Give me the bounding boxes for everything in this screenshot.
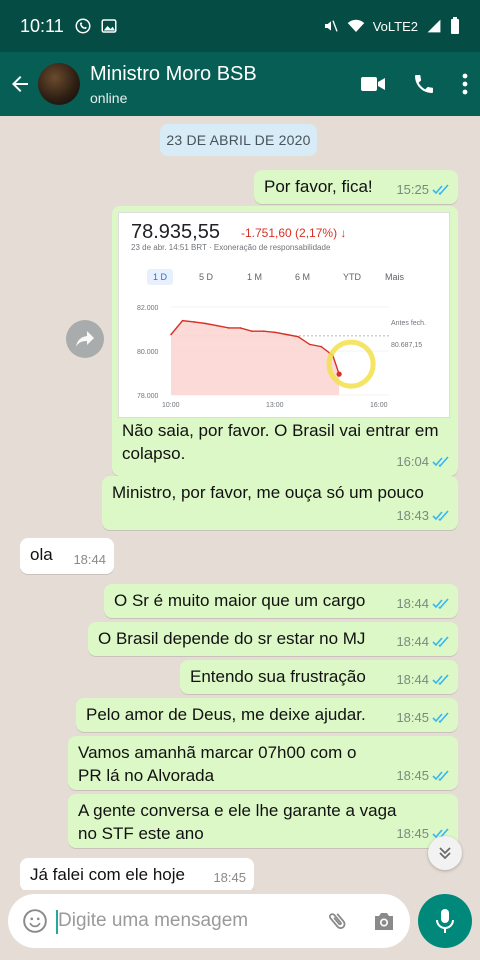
read-ticks-icon — [432, 456, 449, 468]
read-ticks-icon — [432, 510, 449, 522]
message-time: 18:45 — [396, 710, 429, 726]
message-text: O Brasil depende do sr estar no MJ — [98, 629, 366, 648]
read-ticks-icon — [432, 674, 449, 686]
microphone-icon — [436, 909, 454, 933]
message-outgoing[interactable]: O Brasil depende do sr estar no MJ 18:44 — [88, 622, 458, 656]
network-label: VoLTE2 — [372, 18, 418, 34]
message-outgoing[interactable]: Vamos amanhã marcar 07h00 com o PR lá no… — [68, 736, 458, 790]
message-text: A gente conversa e ele lhe garante a vag… — [78, 801, 397, 843]
message-outgoing-image[interactable]: 78.935,55 -1.751,60 (2,17%) ↓ 23 de abr.… — [112, 206, 458, 476]
read-ticks-icon — [432, 184, 449, 196]
message-outgoing[interactable]: Ministro, por favor, me ouça só um pouco… — [102, 476, 458, 530]
message-text: Pelo amor de Deus, me deixe ajudar. — [86, 705, 366, 724]
message-time: 15:25 — [396, 182, 429, 198]
signal-icon — [427, 19, 441, 33]
message-composer: Digite uma mensagem — [8, 894, 410, 948]
chart-point — [320, 345, 323, 348]
message-outgoing[interactable]: Por favor, fica! 15:25 — [254, 170, 458, 204]
chart-point — [251, 330, 253, 332]
chart-y-tick-label: 78.000 — [137, 393, 159, 400]
read-ticks-icon — [432, 770, 449, 782]
read-ticks-icon — [432, 636, 449, 648]
chart-prev-close-label: Antes fech. — [391, 320, 426, 327]
chat-area[interactable]: 23 DE ABRIL DE 2020 Por favor, fica! 15:… — [0, 116, 480, 890]
forward-button[interactable] — [66, 320, 104, 358]
message-text: Por favor, fica! — [264, 177, 373, 196]
message-time: 18:44 — [396, 634, 429, 650]
attach-icon[interactable] — [326, 909, 350, 933]
contact-info[interactable]: Ministro Moro BSB online — [90, 63, 257, 106]
gallery-icon — [101, 19, 117, 33]
read-ticks-icon — [432, 598, 449, 610]
message-text: Entendo sua frustração — [190, 667, 366, 686]
message-time: 18:44 — [396, 596, 429, 612]
chat-header: Ministro Moro BSB online — [0, 52, 480, 116]
message-text: ola — [30, 545, 53, 564]
wifi-icon — [347, 19, 364, 32]
chart-x-tick-label: 16:00 — [370, 402, 388, 409]
message-text: Já falei com ele hoje — [30, 865, 185, 884]
message-time: 18:44 — [73, 552, 106, 568]
status-bar: 10:11 VoLTE2 — [0, 0, 480, 52]
chart-prev-close-value: 80.687,15 — [391, 342, 422, 349]
message-input[interactable]: Digite uma mensagem — [56, 910, 326, 934]
chart-x-tick-label: 10:00 — [162, 402, 180, 409]
message-time: 18:43 — [396, 508, 429, 524]
message-incoming[interactable]: Já falei com ele hoje 18:45 — [20, 858, 254, 890]
chart-y-tick-label: 80.000 — [137, 349, 159, 356]
chart-point — [285, 333, 288, 336]
camera-icon[interactable] — [372, 910, 396, 932]
chart-point — [227, 327, 230, 329]
emoji-icon[interactable] — [22, 908, 48, 934]
chart-y-tick-label: 82.000 — [137, 305, 159, 312]
contact-name: Ministro Moro BSB — [90, 62, 257, 85]
message-time: 18:45 — [396, 826, 429, 842]
scroll-to-bottom-button[interactable] — [428, 836, 462, 870]
date-chip: 23 DE ABRIL DE 2020 — [160, 124, 317, 156]
read-ticks-icon — [432, 712, 449, 724]
message-time: 18:44 — [396, 672, 429, 688]
chart-point — [170, 333, 172, 336]
back-arrow-icon[interactable] — [8, 72, 32, 96]
whatsapp-icon — [75, 18, 91, 34]
chart-point — [308, 343, 311, 346]
chart-point — [193, 321, 195, 323]
chart-point — [239, 327, 242, 329]
message-outgoing[interactable]: O Sr é muito maior que um cargo 18:44 — [104, 584, 458, 618]
chart-point — [216, 324, 219, 327]
chart-point — [181, 319, 184, 322]
stock-chart-image[interactable]: 78.935,55 -1.751,60 (2,17%) ↓ 23 de abr.… — [118, 212, 450, 418]
message-incoming[interactable]: ola 18:44 — [20, 538, 114, 574]
more-options-icon[interactable] — [462, 73, 468, 95]
message-outgoing[interactable]: A gente conversa e ele lhe garante a vag… — [68, 794, 458, 848]
phone-icon[interactable] — [412, 72, 436, 96]
message-outgoing[interactable]: Entendo sua frustração 18:44 — [180, 660, 458, 694]
voice-message-button[interactable] — [418, 894, 472, 948]
chart-point — [297, 335, 299, 338]
video-call-icon[interactable] — [360, 73, 386, 95]
message-text: Vamos amanhã marcar 07h00 com o PR lá no… — [78, 743, 357, 785]
chart-x-tick-label: 13:00 — [266, 402, 284, 409]
avatar[interactable] — [38, 63, 80, 105]
chart-point — [262, 330, 265, 332]
mute-icon — [324, 20, 338, 32]
double-chevron-down-icon — [439, 847, 451, 860]
forward-icon — [76, 331, 94, 347]
battery-icon — [451, 17, 459, 34]
stock-line-chart: Antes fech. 80.687,15 82.000 80.000 78.000… — [137, 305, 426, 409]
message-outgoing[interactable]: Pelo amor de Deus, me deixe ajudar. 18:4… — [76, 698, 458, 732]
message-text: O Sr é muito maior que um cargo — [114, 591, 366, 610]
chart-point — [204, 322, 207, 325]
message-text: Ministro, por favor, me ouça só um pouco — [112, 483, 424, 502]
chart-point — [274, 331, 276, 334]
message-time: 18:45 — [213, 870, 246, 886]
chart-last-point — [336, 371, 342, 377]
message-time: 16:04 — [396, 454, 429, 470]
contact-status: online — [90, 89, 128, 106]
message-time: 18:45 — [396, 768, 429, 784]
status-time: 10:11 — [20, 15, 64, 36]
